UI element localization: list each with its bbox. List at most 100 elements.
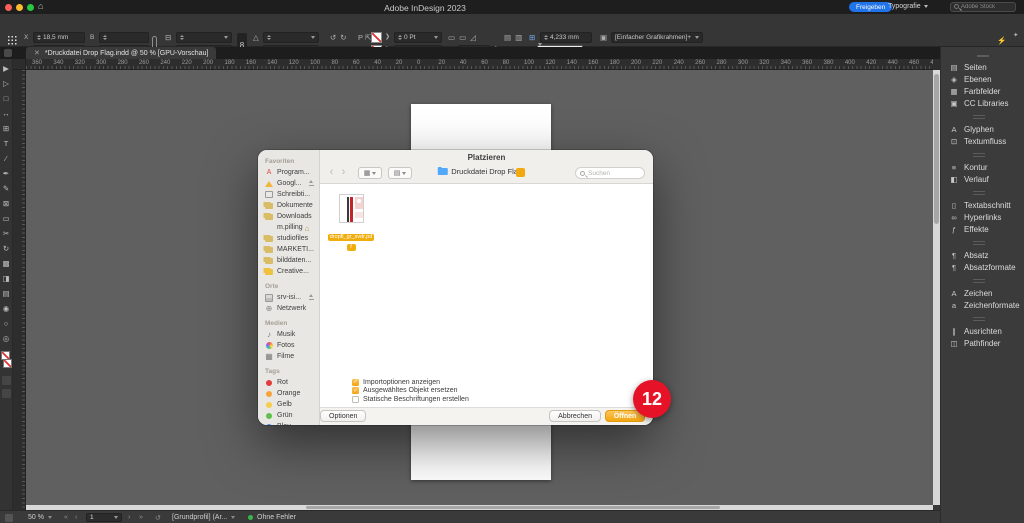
panel-button[interactable]: ▤ Seiten (949, 61, 1024, 73)
close-tab-icon[interactable]: ✕ (34, 49, 40, 57)
tool-button[interactable]: ◎ (0, 331, 13, 346)
panel-button[interactable]: ▦ Farbfelder (949, 85, 1024, 97)
panel-button[interactable]: ∞ Hyperlinks (949, 211, 1024, 223)
sidebar-item[interactable]: Schreibti... (265, 189, 319, 200)
search-input[interactable] (588, 170, 640, 177)
tool-button[interactable]: ⊠ (0, 196, 13, 211)
tool-button[interactable]: ✒ (0, 166, 13, 181)
tool-button[interactable]: ▩ (0, 256, 13, 271)
fill-flyout-icon[interactable]: ❯ (385, 33, 390, 40)
panel-button[interactable]: a Zeichenformate (949, 299, 1024, 311)
stepper-icon[interactable] (103, 35, 107, 40)
tool-button[interactable]: ▷ (0, 76, 13, 91)
close-window-button[interactable] (5, 4, 12, 11)
stepper-icon[interactable] (544, 35, 548, 40)
tool-button[interactable]: ✎ (0, 181, 13, 196)
panel-button[interactable]: ∥ Ausrichten (949, 325, 1024, 337)
next-page-icon[interactable]: › (128, 514, 130, 521)
text-align-icons[interactable]: ▤▥ (504, 33, 526, 42)
settings-icon[interactable]: ✦ (1013, 31, 1018, 39)
sidebar-item[interactable]: Dokumente (265, 200, 319, 211)
sidebar-item[interactable]: MARKETI... (265, 244, 319, 255)
options-button[interactable]: Optionen (320, 410, 366, 422)
preview-mode-icon[interactable] (5, 514, 13, 522)
home-icon[interactable]: ⌂ (38, 1, 43, 11)
search-field[interactable] (575, 167, 645, 179)
reference-point-proxy[interactable] (7, 35, 17, 45)
panel-button[interactable]: A Glyphen (949, 123, 1024, 135)
sidebar-tag-item[interactable]: Gelb (265, 399, 319, 410)
panel-button[interactable]: ▯ Textabschnitt (949, 199, 1024, 211)
tool-button[interactable]: ↻ (0, 241, 13, 256)
sidebar-tag-item[interactable]: Orange (265, 388, 319, 399)
object-style-dropdown[interactable]: [Einfacher Grafikrahmen]+ (611, 32, 703, 43)
first-page-icon[interactable]: « (64, 514, 68, 521)
forward-button[interactable]: › (338, 166, 349, 179)
tool-button[interactable]: ▤ (0, 286, 13, 301)
sidebar-item[interactable]: Musik (265, 329, 319, 340)
panel-button[interactable]: ▣ CC Libraries (949, 97, 1024, 109)
icon-view-control[interactable]: ▦ (358, 167, 382, 179)
apply-color-button[interactable] (2, 376, 11, 385)
quick-actions-icon[interactable]: ⚡ (997, 36, 1006, 45)
stock-search-input[interactable] (961, 4, 1011, 10)
sidebar-item[interactable]: bilddaten... (265, 255, 319, 266)
vertical-ruler[interactable] (13, 70, 26, 510)
zoom-window-button[interactable] (27, 4, 34, 11)
zoom-level-dropdown[interactable]: 50 % (28, 514, 52, 521)
panel-button[interactable]: ◈ Ebenen (949, 73, 1024, 85)
group-view-control[interactable]: ▤ (388, 167, 412, 179)
sidebar-item[interactable]: Downloads (265, 211, 319, 222)
last-page-icon[interactable]: » (139, 514, 143, 521)
panel-button[interactable]: ◧ Verlauf (949, 173, 1024, 185)
tool-button[interactable]: ✂ (0, 226, 13, 241)
rotate-flip-icons[interactable]: ↺↻ (330, 33, 351, 42)
fill-swatch-none[interactable] (371, 32, 382, 43)
scale-x-field[interactable] (176, 32, 232, 43)
stepper-icon[interactable] (398, 35, 402, 40)
sidebar-item[interactable]: Netzwerk (265, 303, 319, 314)
current-folder-dropdown[interactable]: Druckdatei Drop Flag (437, 167, 522, 176)
sidebar-item[interactable]: Googl... (265, 178, 319, 189)
panel-button[interactable]: ⊡ Textumfluss (949, 135, 1024, 147)
tool-button[interactable]: ↔ (0, 106, 13, 121)
previous-page-icon[interactable]: ‹ (75, 514, 77, 521)
sidebar-item[interactable]: Fotos (265, 340, 319, 351)
option-row[interactable]: Ausgewähltes Objekt ersetzen (352, 387, 469, 395)
stepper-icon[interactable] (180, 35, 184, 40)
x-position-field[interactable]: 18,5 mm (33, 32, 85, 43)
tool-button[interactable]: ○ (0, 316, 13, 331)
sidebar-tag-item[interactable]: Blau (265, 421, 319, 425)
stepper-icon[interactable] (37, 35, 41, 40)
tool-button[interactable]: T (0, 136, 13, 151)
tool-button[interactable]: ▭ (0, 211, 13, 226)
stepper-icon[interactable] (267, 35, 271, 40)
cancel-button[interactable]: Abbrechen (549, 410, 601, 422)
vertical-scrollbar[interactable] (933, 70, 940, 505)
eject-icon[interactable] (308, 180, 315, 187)
file-item-selected[interactable]: dropfl_gr_svdr.pd f (324, 194, 378, 251)
sidebar-item[interactable]: m.pilling (265, 222, 319, 233)
document-tab[interactable]: ✕ *Druckdatei Drop Flag.indd @ 50 % [GPU… (26, 47, 216, 59)
sidebar-tag-item[interactable]: Grün (265, 410, 319, 421)
gap-value-field[interactable]: 4,233 mm (540, 32, 592, 43)
stroke-weight-field[interactable]: 0 Pt (394, 32, 442, 43)
horizontal-scrollbar-thumb[interactable] (306, 506, 720, 509)
workspace-menu[interactable]: Typografie (888, 3, 928, 10)
dock-grip-icon[interactable] (977, 55, 989, 57)
tool-button[interactable]: ◉ (0, 301, 13, 316)
panel-button[interactable]: ƒ Effekte (949, 223, 1024, 235)
panel-button[interactable]: ¶ Absatz (949, 249, 1024, 261)
corner-option-icons[interactable]: ▭▭◿ (448, 33, 480, 42)
checkbox[interactable] (352, 387, 359, 394)
tool-button[interactable]: □ (0, 91, 13, 106)
preflight-menu-icon[interactable]: ↺ (155, 514, 161, 522)
option-row[interactable]: Statische Beschriftungen erstellen (352, 395, 469, 403)
panel-button[interactable]: A Zeichen (949, 287, 1024, 299)
share-button[interactable]: Freigeben (849, 2, 892, 12)
sidebar-item[interactable]: Program... (265, 167, 319, 178)
panel-button[interactable]: ◫ Pathfinder (949, 337, 1024, 349)
vertical-scrollbar-thumb[interactable] (934, 74, 939, 224)
sidebar-item[interactable]: srv-isi... (265, 292, 319, 303)
width-field[interactable] (99, 32, 149, 43)
